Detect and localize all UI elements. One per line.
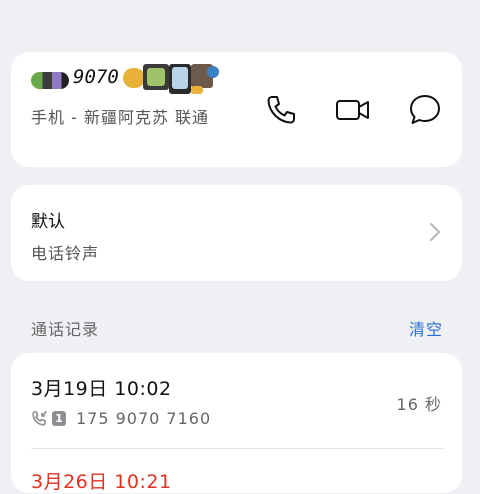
incoming-call-icon [31,410,48,427]
contact-subtitle: 手机 - 新疆阿克苏 联通 [31,108,210,127]
ringtone-subtitle: 电话铃声 [31,244,100,263]
redaction-mark [31,72,69,89]
redaction-mark [172,67,188,89]
sim-badge: 1 [52,411,66,426]
divider [31,448,444,449]
call-meta: 1 175 9070 7160 [31,409,211,428]
chat-bubble-icon[interactable] [407,92,443,128]
ringtone-title: 默认 [31,212,65,232]
phone-icon[interactable] [263,92,299,128]
call-date: 3月19日 10:02 [31,378,172,400]
redaction-mark [147,68,165,86]
call-number: 175 9070 7160 [76,409,212,428]
call-duration: 16 秒 [396,395,442,414]
contact-name-digits: 9070 [73,66,119,88]
video-camera-icon[interactable] [335,92,371,128]
redaction-mark [207,66,219,78]
ringtone-card[interactable]: 默认 电话铃声 [11,185,462,281]
call-date-missed[interactable]: 3月26日 10:21 [31,467,172,494]
call-history-label: 通话记录 [31,320,100,339]
clear-history-button[interactable]: 清空 [409,316,443,340]
contact-card: 9070 手机 - 新疆阿克苏 联通 [11,52,462,167]
redaction-mark [123,68,145,88]
chevron-right-icon [428,221,442,243]
redaction-mark [191,86,203,94]
contact-name: 9070 [31,64,231,94]
call-history-card: 3月19日 10:02 1 175 9070 7160 16 秒 3月26日 1… [11,353,462,493]
call-log-item[interactable]: 3月19日 10:02 1 175 9070 7160 16 秒 [11,353,462,448]
